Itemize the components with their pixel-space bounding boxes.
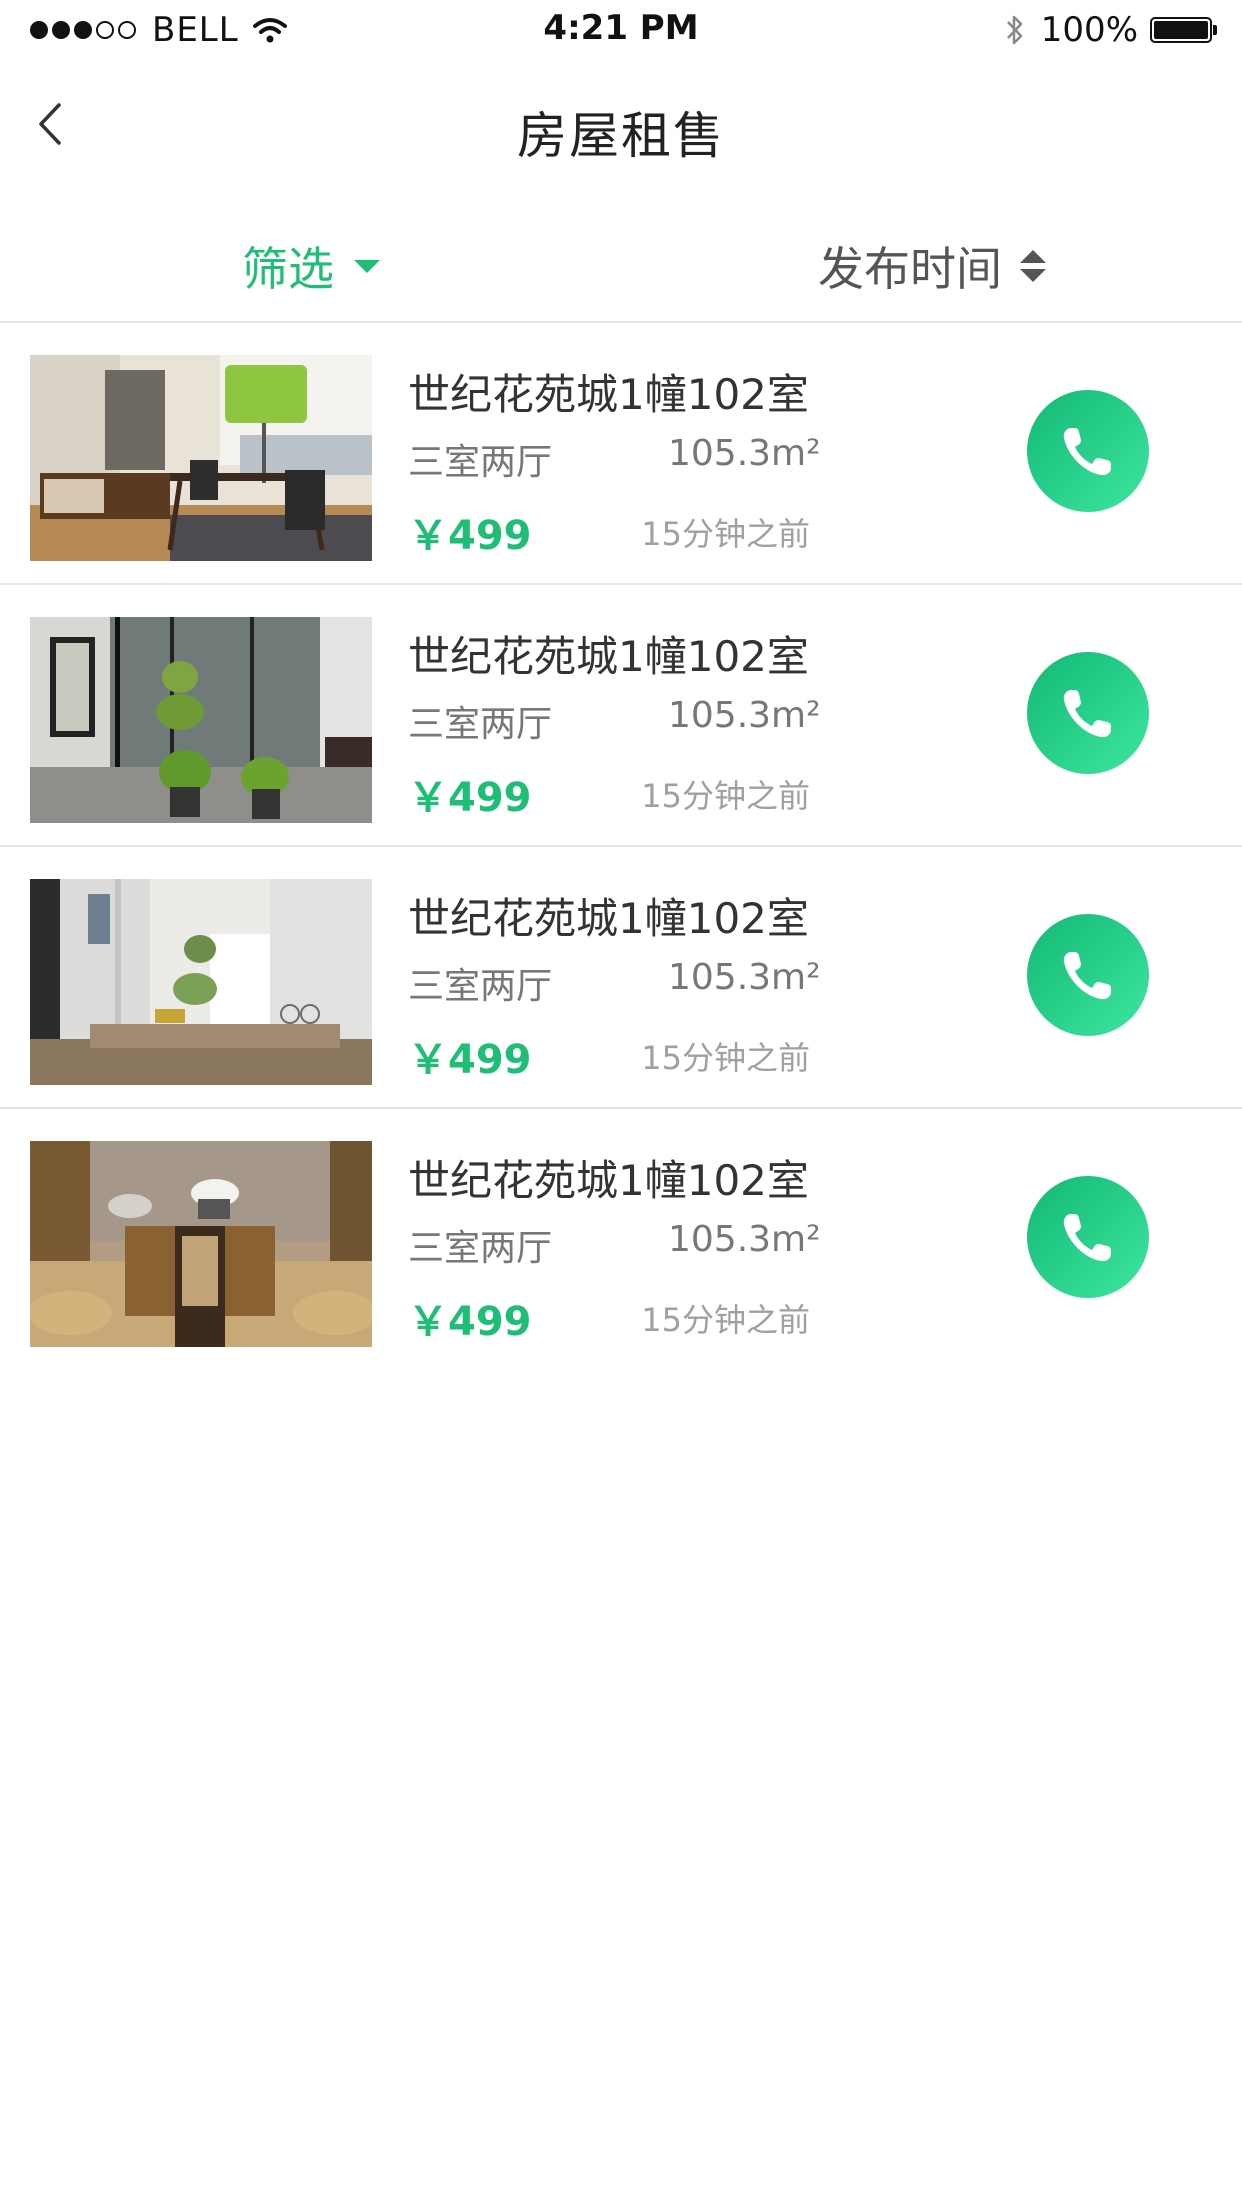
listing-photo xyxy=(30,355,372,561)
listing-title: 世纪花苑城1幢102室 xyxy=(408,632,809,681)
battery-icon xyxy=(1150,17,1217,43)
listing-posted-time: 15分钟之前 xyxy=(641,1039,810,1077)
listing-posted-time: 15分钟之前 xyxy=(641,777,810,815)
list-item[interactable]: 世纪花苑城1幢102室 三室两厅 105.3m² ￥499 15分钟之前 xyxy=(0,1109,1242,1369)
listing-price: ￥499 xyxy=(408,1037,532,1083)
filter-button[interactable]: 筛选 xyxy=(242,233,380,299)
bluetooth-icon xyxy=(1006,15,1023,45)
listing-photo xyxy=(30,879,372,1085)
status-bar: BELL 4:21 PM 100% xyxy=(0,0,1242,60)
phone-icon xyxy=(1063,690,1111,738)
listing-title: 世纪花苑城1幢102室 xyxy=(408,1156,809,1205)
call-button[interactable] xyxy=(1027,1176,1149,1298)
listing-price: ￥499 xyxy=(408,775,532,821)
listing-title: 世纪花苑城1幢102室 xyxy=(408,894,809,943)
listing-list: 世纪花苑城1幢102室 三室两厅 105.3m² ￥499 15分钟之前 世纪花… xyxy=(0,323,1242,1369)
sort-label: 发布时间 xyxy=(818,242,1002,296)
listing-area: 105.3m² xyxy=(668,695,821,736)
listing-layout: 三室两厅 xyxy=(408,966,553,1007)
list-item[interactable]: 世纪花苑城1幢102室 三室两厅 105.3m² ￥499 15分钟之前 xyxy=(0,585,1242,847)
battery-percentage: 100% xyxy=(1040,10,1138,50)
filter-label: 筛选 xyxy=(242,242,334,296)
listing-area: 105.3m² xyxy=(668,957,821,998)
listing-layout: 三室两厅 xyxy=(408,1228,553,1269)
sort-by-time-button[interactable]: 发布时间 xyxy=(818,233,1046,299)
list-item[interactable]: 世纪花苑城1幢102室 三室两厅 105.3m² ￥499 15分钟之前 xyxy=(0,847,1242,1109)
phone-icon xyxy=(1063,952,1111,1000)
call-button[interactable] xyxy=(1027,914,1149,1036)
listing-posted-time: 15分钟之前 xyxy=(641,515,810,553)
listing-title: 世纪花苑城1幢102室 xyxy=(408,370,809,419)
listing-price: ￥499 xyxy=(408,1299,532,1345)
listing-posted-time: 15分钟之前 xyxy=(641,1301,810,1339)
listing-layout: 三室两厅 xyxy=(408,442,553,483)
listing-area: 105.3m² xyxy=(668,1219,821,1260)
call-button[interactable] xyxy=(1027,390,1149,512)
listing-photo xyxy=(30,1141,372,1347)
call-button[interactable] xyxy=(1027,652,1149,774)
phone-icon xyxy=(1063,428,1111,476)
filter-bar: 筛选 发布时间 xyxy=(0,205,1242,323)
sort-arrows-icon xyxy=(1020,250,1046,282)
page-title: 房屋租售 xyxy=(517,107,725,165)
listing-layout: 三室两厅 xyxy=(408,704,553,745)
navigation-bar: 房屋租售 xyxy=(0,60,1242,190)
caret-down-icon xyxy=(354,259,380,273)
list-item[interactable]: 世纪花苑城1幢102室 三室两厅 105.3m² ￥499 15分钟之前 xyxy=(0,323,1242,585)
status-right: 100% xyxy=(1005,10,1217,50)
listing-area: 105.3m² xyxy=(668,433,821,474)
listing-price: ￥499 xyxy=(408,513,532,559)
listing-photo xyxy=(30,617,372,823)
phone-icon xyxy=(1063,1214,1111,1262)
